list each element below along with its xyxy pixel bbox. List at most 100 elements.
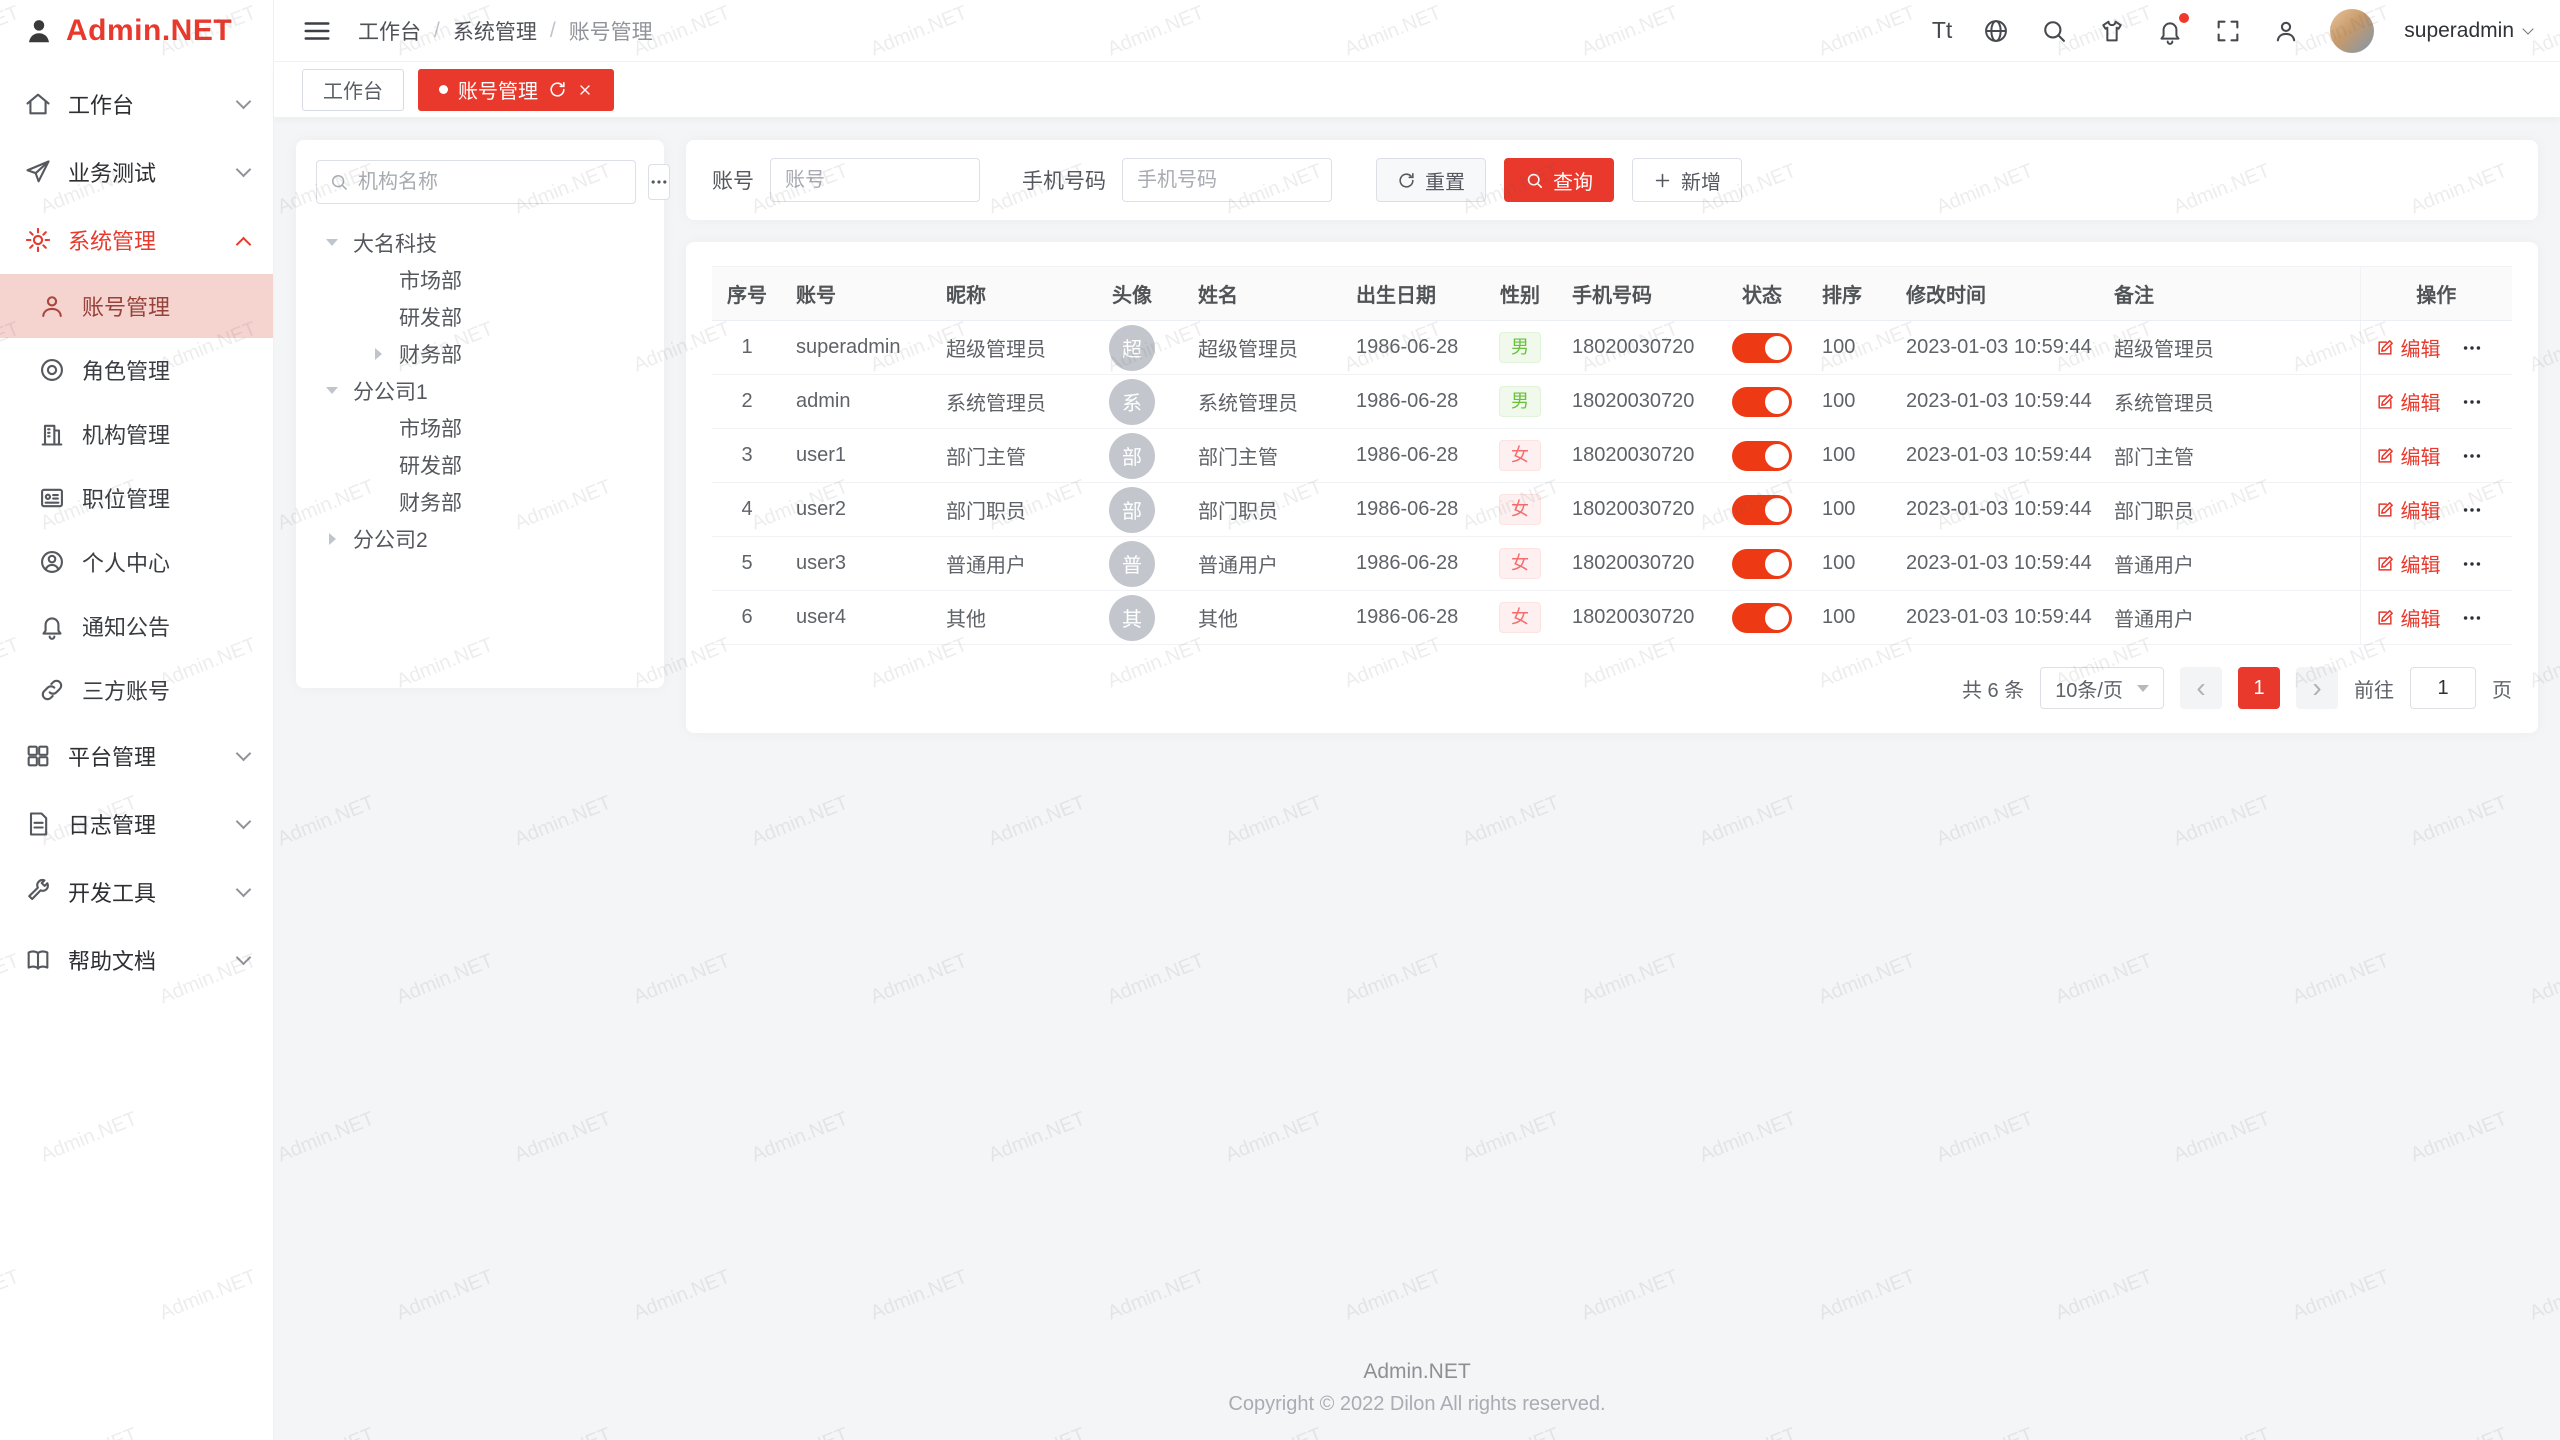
- tab-workbench[interactable]: 工作台: [302, 69, 404, 111]
- current-page-button[interactable]: 1: [2238, 667, 2280, 709]
- sidebar-item-help-docs[interactable]: 帮助文档: [0, 926, 273, 994]
- tab-label: 账号管理: [458, 75, 538, 104]
- user-menu[interactable]: superadmin: [2404, 19, 2532, 43]
- sidebar-item-notice[interactable]: 通知公告: [0, 594, 273, 658]
- tree-node[interactable]: 研发部: [316, 446, 644, 483]
- goto-page-input[interactable]: [2410, 667, 2476, 709]
- org-tree: 大名科技 市场部 研发部 财务部 分公司1 市场部 研发部 财务部 分公司2: [316, 224, 644, 557]
- prev-page-button[interactable]: ‹: [2180, 667, 2222, 709]
- tree-node[interactable]: 研发部: [316, 298, 644, 335]
- col-remark: 备注: [2100, 267, 2360, 321]
- sidebar-item-workbench[interactable]: 工作台: [0, 70, 273, 138]
- more-button[interactable]: [2461, 607, 2483, 629]
- cell-order: 100: [1808, 537, 1892, 591]
- table-row: 6 user4 其他 其 其他 1986-06-28 女 18020030720…: [712, 591, 2512, 645]
- sidebar-item-role-management[interactable]: 角色管理: [0, 338, 273, 402]
- edit-button[interactable]: 编辑: [2375, 441, 2441, 470]
- tree-node[interactable]: 市场部: [316, 409, 644, 446]
- cell-phone: 18020030720: [1558, 591, 1716, 645]
- chevron-down-icon: [236, 93, 252, 109]
- phone-filter-input[interactable]: [1122, 158, 1332, 202]
- col-birthday: 出生日期: [1342, 267, 1482, 321]
- sidebar-item-label: 平台管理: [68, 740, 156, 772]
- book-icon: [24, 946, 52, 974]
- sidebar-item-platform-management[interactable]: 平台管理: [0, 722, 273, 790]
- sidebar-item-position-management[interactable]: 职位管理: [0, 466, 273, 530]
- font-size-icon[interactable]: Tt: [1932, 17, 1952, 44]
- add-button[interactable]: 新增: [1632, 158, 1742, 202]
- page-size-select[interactable]: 10条/页: [2040, 667, 2164, 709]
- edit-button[interactable]: 编辑: [2375, 333, 2441, 362]
- sidebar-item-log-management[interactable]: 日志管理: [0, 790, 273, 858]
- tab-account-management[interactable]: 账号管理: [418, 69, 614, 111]
- edit-button[interactable]: 编辑: [2375, 495, 2441, 524]
- globe-icon[interactable]: [1982, 17, 2010, 45]
- sidebar-item-label: 工作台: [68, 88, 134, 120]
- search-icon[interactable]: [2040, 17, 2068, 45]
- cell-birthday: 1986-06-28: [1342, 375, 1482, 429]
- cell-modified: 2023-01-03 10:59:44: [1892, 591, 2100, 645]
- more-button[interactable]: [2461, 337, 2483, 359]
- close-icon[interactable]: [577, 82, 593, 98]
- cell-remark: 普通用户: [2100, 591, 2360, 645]
- col-name: 姓名: [1184, 267, 1342, 321]
- gender-badge: 女: [1499, 548, 1541, 579]
- fullscreen-icon[interactable]: [2214, 17, 2242, 45]
- tree-node[interactable]: 分公司1: [316, 372, 644, 409]
- reset-button[interactable]: 重置: [1376, 158, 1486, 202]
- edit-button[interactable]: 编辑: [2375, 549, 2441, 578]
- breadcrumb-item[interactable]: 系统管理: [453, 16, 537, 46]
- breadcrumb-item[interactable]: 工作台: [358, 16, 421, 46]
- user-icon[interactable]: [2272, 17, 2300, 45]
- sidebar-item-business-test[interactable]: 业务测试: [0, 138, 273, 206]
- more-button[interactable]: [2461, 499, 2483, 521]
- sidebar-item-account-management[interactable]: 账号管理: [0, 274, 273, 338]
- tree-node[interactable]: 财务部: [316, 483, 644, 520]
- account-filter-input[interactable]: [770, 158, 980, 202]
- tree-node[interactable]: 分公司2: [316, 520, 644, 557]
- bell-icon[interactable]: [2156, 17, 2184, 45]
- tree-node-label: 研发部: [399, 450, 462, 480]
- tree-node-label: 分公司1: [353, 376, 428, 406]
- col-nickname: 昵称: [932, 267, 1080, 321]
- menu-collapse-icon[interactable]: [302, 16, 332, 46]
- status-toggle[interactable]: [1732, 387, 1792, 417]
- gender-badge: 女: [1499, 602, 1541, 633]
- status-toggle[interactable]: [1732, 495, 1792, 525]
- org-search-input[interactable]: [358, 171, 623, 194]
- tree-node-label: 财务部: [399, 487, 462, 517]
- sidebar-item-dev-tools[interactable]: 开发工具: [0, 858, 273, 926]
- tab-label: 工作台: [323, 75, 383, 104]
- status-toggle[interactable]: [1732, 549, 1792, 579]
- cell-remark: 超级管理员: [2100, 321, 2360, 375]
- sidebar-item-third-party-account[interactable]: 三方账号: [0, 658, 273, 722]
- more-button[interactable]: [2461, 391, 2483, 413]
- cell-account: admin: [782, 375, 932, 429]
- sidebar-item-org-management[interactable]: 机构管理: [0, 402, 273, 466]
- theme-icon[interactable]: [2098, 17, 2126, 45]
- status-toggle[interactable]: [1732, 441, 1792, 471]
- search-button[interactable]: 查询: [1504, 158, 1614, 202]
- org-more-button[interactable]: [648, 164, 670, 200]
- sidebar-item-system-management[interactable]: 系统管理: [0, 206, 273, 274]
- edit-button[interactable]: 编辑: [2375, 387, 2441, 416]
- pagination: 共 6 条 10条/页 ‹ 1 › 前往 页: [712, 667, 2512, 709]
- goto-label: 前往: [2354, 674, 2394, 703]
- refresh-icon[interactable]: [548, 80, 567, 99]
- avatar[interactable]: [2330, 9, 2374, 53]
- next-page-button[interactable]: ›: [2296, 667, 2338, 709]
- cell-index: 2: [712, 375, 782, 429]
- cell-index: 3: [712, 429, 782, 483]
- tree-node[interactable]: 大名科技: [316, 224, 644, 261]
- more-button[interactable]: [2461, 445, 2483, 467]
- tree-node[interactable]: 市场部: [316, 261, 644, 298]
- home-icon: [24, 90, 52, 118]
- more-button[interactable]: [2461, 553, 2483, 575]
- status-toggle[interactable]: [1732, 603, 1792, 633]
- tree-node[interactable]: 财务部: [316, 335, 644, 372]
- edit-button[interactable]: 编辑: [2375, 603, 2441, 632]
- sidebar-submenu-system: 账号管理 角色管理 机构管理 职位管理 个人中心: [0, 274, 273, 722]
- goto-suffix: 页: [2492, 674, 2512, 703]
- sidebar-item-personal-center[interactable]: 个人中心: [0, 530, 273, 594]
- status-toggle[interactable]: [1732, 333, 1792, 363]
